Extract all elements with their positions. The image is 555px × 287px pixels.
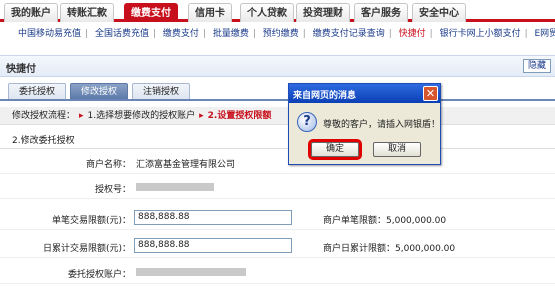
- account-label: 委托授权账户：: [67, 270, 131, 280]
- subnav-small-payment[interactable]: 银行卡网上小额支付: [440, 29, 521, 39]
- account-redacted: [136, 268, 246, 276]
- section-title: 2.修改委托授权: [12, 136, 75, 146]
- daily-limit-row: 日累计交易限额(元)： 888,888.88 商户日累计限额：5,000,000…: [0, 236, 555, 258]
- auth-no-redacted: [136, 183, 214, 191]
- account-row: 委托授权账户：: [0, 262, 555, 284]
- auth-no-row: 授权号：: [0, 177, 555, 199]
- tab-security-center[interactable]: 安全中心: [412, 3, 466, 22]
- tab-my-account[interactable]: 我的账户: [4, 3, 58, 22]
- process-steps: 修改授权流程： ▸ 1.选择想要修改的授权账户 ▸ 2.设置授权限额: [0, 107, 555, 125]
- dialog-title: 来自网页的消息: [293, 91, 357, 101]
- subnav-scheduled-payment[interactable]: 预约缴费: [263, 29, 299, 39]
- daily-limit-note: 商户日累计限额：5,000,000.00: [323, 244, 456, 254]
- step-arrow-icon: ▸: [199, 111, 204, 121]
- single-limit-input[interactable]: 888,888.88: [134, 210, 292, 225]
- close-icon[interactable]: ✕: [423, 86, 438, 101]
- daily-limit-input[interactable]: 888,888.88: [134, 238, 292, 253]
- dialog-titlebar[interactable]: 来自网页的消息 ✕: [289, 84, 440, 103]
- top-nav: 我的账户 转账汇款 缴费支付 信用卡 个人贷款 投资理财 客户服务 安全中心: [0, 0, 555, 22]
- message-dialog: 来自网页的消息 ✕ ? 尊敬的客户，请插入网银盾！ 确定 取消: [288, 83, 441, 165]
- tab-cancel-authorization[interactable]: 注销授权: [132, 83, 190, 100]
- tab-modify-authorization[interactable]: 修改授权: [70, 83, 128, 100]
- single-limit-label: 单笔交易限额(元)：: [51, 216, 131, 226]
- subnav-e-trade[interactable]: E网贸通: [535, 29, 555, 39]
- tab-personal-loan[interactable]: 个人贷款: [240, 3, 294, 22]
- hide-button[interactable]: 隐藏: [522, 59, 551, 73]
- dialog-message: 尊敬的客户，请插入网银盾！: [323, 120, 441, 130]
- step-arrow-icon: ▸: [79, 111, 84, 121]
- step-2-current: 2.设置授权限额: [207, 111, 272, 121]
- sub-nav: 中国移动易充值 | 全国话费充值 | 缴费支付 | 批量缴费 | 预约缴费 | 缴费支付记…: [0, 25, 555, 43]
- subnav-batch-payment[interactable]: 批量缴费: [213, 29, 249, 39]
- section-divider: [0, 148, 555, 149]
- merchant-label: 商户名称：: [85, 160, 131, 170]
- subnav-quick-pay[interactable]: 快捷付: [399, 29, 426, 39]
- page-header: 快捷付 隐藏: [0, 55, 555, 77]
- page-title: 快捷付: [6, 64, 36, 75]
- single-limit-note: 商户单笔限额：5,000,000.00: [323, 216, 447, 226]
- tab-investment[interactable]: 投资理财: [296, 3, 350, 22]
- tab-payment[interactable]: 缴费支付: [124, 3, 178, 22]
- ok-button[interactable]: 确定: [308, 139, 362, 160]
- tab-transfer[interactable]: 转账汇款: [60, 3, 114, 22]
- subnav-payment-records[interactable]: 缴费支付记录查询: [313, 29, 385, 39]
- tab-authorize[interactable]: 委托授权: [8, 83, 66, 100]
- question-icon: ?: [297, 112, 317, 132]
- merchant-value: 汇添富基金管理有限公司: [136, 160, 236, 170]
- single-limit-row: 单笔交易限额(元)： 888,888.88 商户单笔限额：5,000,000.0…: [0, 208, 555, 230]
- merchant-row: 商户名称： 汇添富基金管理有限公司: [0, 152, 555, 174]
- daily-limit-label: 日累计交易限额(元)：: [42, 244, 131, 254]
- steps-label: 修改授权流程：: [12, 111, 76, 121]
- step-1: 1.选择想要修改的授权账户: [87, 111, 196, 121]
- tab-credit-card[interactable]: 信用卡: [188, 3, 232, 22]
- auth-no-label: 授权号：: [94, 185, 131, 195]
- subnav-phone-recharge[interactable]: 全国话费充值: [95, 29, 149, 39]
- sub-tabs-divider: [0, 99, 555, 101]
- tab-customer-service[interactable]: 客户服务: [354, 3, 408, 22]
- subnav-mobile-recharge[interactable]: 中国移动易充值: [18, 29, 81, 39]
- subnav-payment[interactable]: 缴费支付: [163, 29, 199, 39]
- cancel-button[interactable]: 取消: [373, 142, 421, 157]
